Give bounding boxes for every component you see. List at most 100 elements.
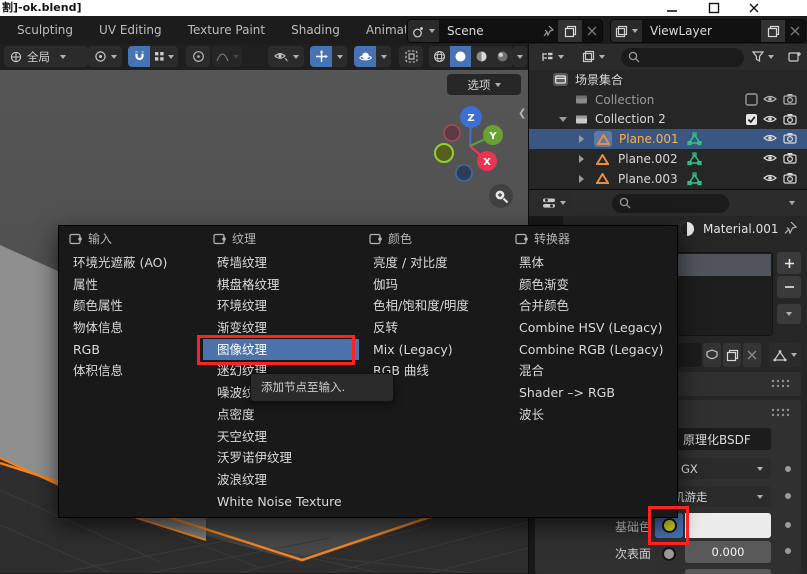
menu-item-attribute[interactable]: 属性 — [59, 274, 203, 296]
menu-item-checker-texture[interactable]: 棋盘格纹理 — [203, 274, 359, 296]
menu-item-white-noise-texture[interactable]: White Noise Texture — [203, 491, 359, 513]
unlink-material-button[interactable] — [743, 343, 761, 367]
eye-icon[interactable] — [763, 113, 777, 125]
pin-icon[interactable] — [538, 20, 558, 42]
menu-item-wavelength[interactable]: 波长 — [505, 404, 677, 426]
scene-browse-button[interactable] — [408, 20, 439, 42]
snap-target-dropdown[interactable] — [150, 46, 178, 67]
navigation-gizmo[interactable]: Z Y X — [433, 100, 509, 182]
new-material-button[interactable] — [723, 343, 741, 367]
clipped-socket-button[interactable] — [655, 569, 683, 574]
view-object-types-dropdown[interactable] — [268, 46, 304, 67]
menu-item-wave-texture[interactable]: 波浪纹理 — [203, 469, 359, 491]
show-gizmo-button[interactable] — [310, 46, 332, 67]
menu-item-volume-info[interactable]: 体积信息 — [59, 360, 203, 382]
animate-dot[interactable] — [785, 522, 791, 528]
drag-dots-icon[interactable] — [771, 408, 791, 418]
camera-icon[interactable] — [783, 113, 797, 125]
exclude-checkbox[interactable] — [745, 93, 758, 106]
gizmo-dropdown[interactable] — [332, 46, 347, 67]
properties-options-chevron[interactable] — [789, 201, 795, 205]
shading-wireframe-button[interactable] — [429, 46, 450, 67]
menu-item-gamma[interactable]: 伽玛 — [359, 274, 505, 296]
row-collection-2[interactable]: Collection 2 — [529, 110, 807, 130]
animate-dot[interactable] — [785, 466, 791, 472]
proportional-falloff-dropdown[interactable] — [212, 46, 242, 67]
exclude-checkbox-checked[interactable] — [745, 113, 758, 126]
expand-caret-icon[interactable] — [579, 155, 584, 163]
tab-uv-editing[interactable]: UV Editing — [86, 16, 175, 44]
row-collection-1[interactable]: Collection — [529, 90, 807, 110]
shading-solid-button[interactable] — [450, 46, 471, 67]
tab-shading[interactable]: Shading — [278, 16, 353, 44]
zoom-tool-button[interactable] — [489, 184, 513, 208]
eye-icon[interactable] — [763, 172, 777, 184]
camera-icon[interactable] — [783, 172, 797, 184]
show-overlays-button[interactable] — [354, 46, 376, 67]
tab-animation[interactable]: Animation — [353, 16, 406, 44]
remove-viewlayer-icon[interactable] — [785, 20, 805, 42]
viewlayer-name[interactable]: ViewLayer — [642, 20, 761, 42]
menu-item-rgb[interactable]: RGB — [59, 339, 203, 361]
minimize-icon[interactable] — [664, 2, 680, 14]
menu-item-combine-rgb-legacy[interactable]: Combine RGB (Legacy) — [505, 339, 677, 361]
menu-item-blackbody[interactable]: 黑体 — [505, 252, 677, 274]
new-collection-button[interactable] — [785, 46, 805, 67]
menu-item-gradient-texture[interactable]: 渐变纹理 — [203, 317, 359, 339]
camera-icon[interactable] — [783, 152, 797, 164]
remove-slot-button[interactable] — [777, 276, 801, 298]
row-plane-002[interactable]: Plane.002 — [529, 149, 807, 169]
menu-item-combine-hsv-legacy[interactable]: Combine HSV (Legacy) — [505, 317, 677, 339]
menu-item-combine-color[interactable]: 合并颜色 — [505, 295, 677, 317]
menu-item-image-texture[interactable]: 图像纹理 — [203, 339, 359, 361]
menu-item-brick-texture[interactable]: 砖墙纹理 — [203, 252, 359, 274]
menu-item-environment-texture[interactable]: 环境纹理 — [203, 295, 359, 317]
shading-rendered-button[interactable] — [492, 46, 513, 67]
menu-item-invert[interactable]: 反转 — [359, 317, 505, 339]
menu-item-voronoi-texture[interactable]: 沃罗诺伊纹理 — [203, 447, 359, 469]
close-icon[interactable] — [746, 2, 762, 14]
camera-icon[interactable] — [783, 132, 797, 144]
menu-item-color-attribute[interactable]: 颜色属性 — [59, 295, 203, 317]
subsurface-value-field[interactable]: 0.000 — [685, 541, 771, 563]
fake-user-button[interactable] — [703, 343, 721, 367]
snap-toggle-button[interactable] — [128, 46, 150, 67]
sidebar-collapse-arrow[interactable]: ❮ — [518, 108, 526, 119]
menu-item-hue-saturation[interactable]: 色相/饱和度/明度 — [359, 295, 505, 317]
animate-dot[interactable] — [785, 493, 791, 499]
outliner-search-input[interactable] — [621, 48, 744, 67]
nodetree-dropdown[interactable] — [769, 343, 801, 367]
subsurface-socket-button[interactable] — [655, 541, 683, 566]
maximize-icon[interactable] — [706, 2, 722, 14]
eye-icon[interactable] — [763, 93, 777, 105]
clipped-value-field[interactable] — [685, 569, 771, 574]
scene-name[interactable]: Scene — [439, 20, 538, 42]
menu-item-mix-legacy[interactable]: Mix (Legacy) — [359, 339, 505, 361]
shading-material-button[interactable] — [471, 46, 492, 67]
animate-dot[interactable] — [785, 548, 791, 554]
outliner-editor-type-dropdown[interactable] — [533, 46, 571, 67]
eye-icon[interactable] — [763, 152, 777, 164]
pivot-point-dropdown[interactable] — [88, 46, 122, 67]
expand-caret-icon[interactable] — [579, 135, 584, 143]
proportional-edit-button[interactable] — [186, 46, 210, 67]
outliner-filter-dropdown[interactable] — [747, 46, 779, 67]
overlays-dropdown[interactable] — [376, 46, 391, 67]
camera-icon[interactable] — [783, 93, 797, 105]
menu-item-point-density[interactable]: 点密度 — [203, 404, 359, 426]
slot-specials-dropdown[interactable] — [777, 304, 801, 324]
transform-orientation-dropdown[interactable]: 全局 — [4, 46, 88, 67]
tab-sculpting[interactable]: Sculpting — [4, 16, 86, 44]
collapse-caret-icon[interactable] — [559, 117, 567, 122]
shading-dropdown[interactable] — [513, 46, 527, 67]
base-color-swatch[interactable] — [685, 513, 771, 538]
tab-texture-paint[interactable]: Texture Paint — [175, 16, 278, 44]
menu-item-color-ramp[interactable]: 颜色渐变 — [505, 274, 677, 296]
row-plane-003[interactable]: Plane.003 — [529, 169, 807, 189]
menu-item-ambient-occlusion[interactable]: 环境光遮蔽 (AO) — [59, 252, 203, 274]
properties-search-input[interactable] — [612, 194, 729, 213]
toggle-xray-button[interactable] — [399, 46, 423, 67]
viewlayer-browse-button[interactable] — [611, 20, 642, 42]
outliner-display-mode-dropdown[interactable] — [575, 46, 611, 67]
unlink-scene-icon[interactable] — [582, 20, 602, 42]
